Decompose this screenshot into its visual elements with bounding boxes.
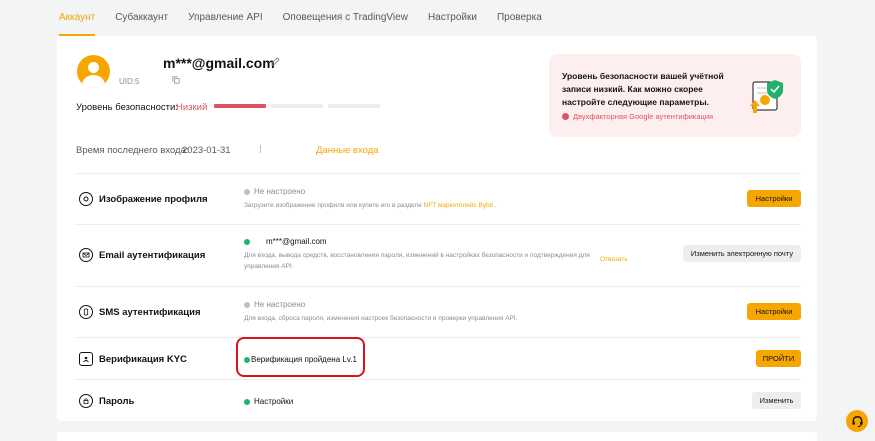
email-auth-status: m***@gmail.com <box>244 237 327 246</box>
login-data-link[interactable]: Данные входа <box>316 145 379 156</box>
change-password-button[interactable]: Изменить <box>752 392 801 409</box>
avatar[interactable] <box>77 55 110 88</box>
google-2fa-link[interactable]: Двухфакторная Google аутентификация <box>562 112 713 121</box>
tab-account[interactable]: Аккаунт <box>59 0 96 36</box>
email-auth-status-text: m***@gmail.com <box>266 237 327 246</box>
email-icon <box>79 248 93 262</box>
sms-settings-button[interactable]: Настройки <box>747 303 801 320</box>
security-alert: Уровень безопасности вашей учётной запис… <box>549 54 801 137</box>
email-auth-title: Email аутентификация <box>99 250 206 261</box>
profile-image-row: Изображение профиля Не настроено Загрузи… <box>75 173 801 224</box>
secondary-card <box>57 432 817 441</box>
divider <box>260 145 261 153</box>
nft-marketplace-link[interactable]: NFT маркетплейс Bybit <box>424 202 493 209</box>
tab-settings[interactable]: Настройки <box>428 0 477 36</box>
profile-image-desc-suffix: . <box>493 202 497 209</box>
kyc-go-button[interactable]: ПРОЙТИ <box>756 350 801 367</box>
last-login-label: Время последнего входа: <box>76 145 189 156</box>
security-alert-text: Уровень безопасности вашей учётной запис… <box>562 71 724 107</box>
account-tabs: Аккаунт Субаккаунт Управление API Оповещ… <box>0 0 875 36</box>
sms-auth-status: Не настроено <box>244 300 305 309</box>
sms-icon <box>79 305 93 319</box>
security-level-bar <box>271 104 323 108</box>
status-dot-icon <box>244 188 250 195</box>
kyc-highlight-annotation <box>236 337 365 377</box>
sms-auth-row: SMS аутентификация Не настроено Для вход… <box>75 286 801 337</box>
tab-tradingview-alerts[interactable]: Оповещения с TradingView <box>283 0 408 36</box>
tab-api-management[interactable]: Управление API <box>188 0 263 36</box>
user-uid: UID:5 <box>119 77 140 86</box>
profile-image-status: Не настроено <box>244 187 305 196</box>
password-status: Настройки <box>244 397 293 406</box>
kyc-icon <box>79 352 93 366</box>
unbind-email-link[interactable]: Отвязать <box>600 256 628 263</box>
kyc-row: Верификация KYC Верификация пройдена Lv.… <box>75 337 801 379</box>
tab-verification[interactable]: Проверка <box>497 0 542 36</box>
warning-icon <box>562 113 569 120</box>
password-icon <box>79 394 93 408</box>
email-auth-desc: Для входа, вывода средств, восстановлени… <box>244 252 590 270</box>
security-level-label: Уровень безопасности: <box>76 102 178 113</box>
support-chat-button[interactable] <box>846 410 868 432</box>
profile-image-title: Изображение профиля <box>99 194 208 205</box>
edit-icon[interactable] <box>271 57 280 66</box>
sms-auth-desc: Для входа, сброса пароля, изменения наст… <box>244 315 518 322</box>
user-email: m***@gmail.com <box>163 55 275 71</box>
security-level-bar <box>214 104 266 108</box>
profile-image-settings-button[interactable]: Настройки <box>747 190 801 207</box>
profile-image-icon <box>79 192 93 206</box>
kyc-title: Верификация KYC <box>99 354 187 365</box>
email-auth-row: Email аутентификация m***@gmail.com Для … <box>75 224 801 286</box>
check-icon <box>244 238 250 245</box>
copy-icon[interactable] <box>172 76 180 84</box>
change-email-button[interactable]: Изменить электронную почту <box>683 245 801 262</box>
password-title: Пароль <box>99 396 135 407</box>
google-2fa-link-label: Двухфакторная Google аутентификация <box>573 112 714 121</box>
security-illustration-icon <box>750 80 783 113</box>
security-level-bar <box>328 104 380 108</box>
check-icon <box>244 398 250 405</box>
password-status-text: Настройки <box>254 397 294 406</box>
profile-image-desc: Загрузите изображение профиля или купите… <box>244 200 497 211</box>
last-login-date: 2023-01-31 <box>182 145 231 156</box>
status-dot-icon <box>244 301 250 308</box>
profile-image-status-text: Не настроено <box>254 187 306 196</box>
account-card: m***@gmail.com UID:5 Уровень безопасност… <box>57 36 817 421</box>
sms-auth-status-text: Не настроено <box>254 300 306 309</box>
headset-icon <box>851 415 863 427</box>
sms-auth-title: SMS аутентификация <box>99 307 201 318</box>
security-level-value: Низкий <box>176 102 208 113</box>
profile-image-desc-text: Загрузите изображение профиля или купите… <box>244 202 424 209</box>
password-row: Пароль Настройки Изменить <box>75 379 801 419</box>
tab-subaccount[interactable]: Субаккаунт <box>115 0 168 36</box>
